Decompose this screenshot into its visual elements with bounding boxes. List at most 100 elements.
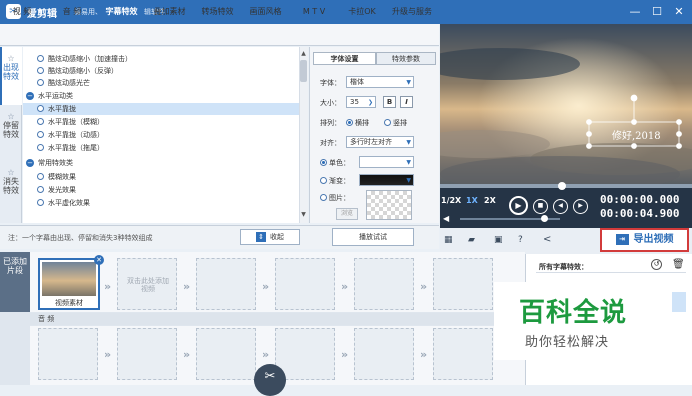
collapse-icon: ⇕	[256, 232, 266, 242]
list-item[interactable]: 模糊效果	[23, 171, 299, 183]
transition-arrow-icon[interactable]: »	[183, 348, 190, 361]
list-item-selected[interactable]: 水平靠拢	[23, 103, 299, 115]
tab-style[interactable]: 画面风格	[243, 2, 288, 21]
scissors-icon[interactable]: ✂	[254, 364, 286, 396]
list-item[interactable]: 水平虚化效果	[23, 197, 299, 209]
list-item[interactable]: 酷炫动感缩小（加速撞击）	[23, 53, 299, 65]
tab-subtitle-effects[interactable]: 字幕特效	[99, 2, 144, 21]
undo-icon[interactable]: ↺	[651, 259, 662, 270]
italic-button[interactable]: I	[400, 96, 413, 108]
watermark-title: 百科全说	[519, 298, 628, 328]
empty-clip-slot[interactable]	[38, 328, 98, 380]
transition-arrow-icon[interactable]: »	[341, 348, 348, 361]
play-icon[interactable]: ▶	[509, 196, 528, 215]
image-radio[interactable]: 图片：	[320, 193, 350, 203]
empty-clip-slot[interactable]	[354, 328, 414, 380]
list-item[interactable]: 水平靠拢（模糊）	[23, 116, 299, 128]
font-select[interactable]: 楷体 ▼	[346, 76, 414, 88]
transition-arrow-icon[interactable]: »	[341, 280, 348, 293]
list-group-horizontal[interactable]: − 水平运动类	[23, 90, 299, 102]
tab-upgrade[interactable]: 升级与服务	[386, 2, 438, 21]
transition-arrow-icon[interactable]: »	[420, 280, 427, 293]
empty-clip-slot[interactable]	[275, 258, 335, 310]
empty-clip-slot[interactable]	[433, 258, 493, 310]
list-item[interactable]: 水平靠拢（动感）	[23, 129, 299, 141]
radio-icon	[37, 67, 44, 74]
empty-clip-slot[interactable]	[117, 328, 177, 380]
size-input[interactable]: 35 ❯	[346, 96, 376, 108]
list-item[interactable]: 酷炫动感缩小（反弹）	[23, 65, 299, 77]
speed-half[interactable]: 1/2X	[441, 196, 461, 205]
play-try-button[interactable]: 播放试试	[332, 228, 414, 246]
list-item[interactable]: 水平靠拢（拖尾）	[23, 142, 299, 154]
stop-icon[interactable]: ■	[533, 199, 548, 214]
next-frame-icon[interactable]: ▶	[573, 199, 588, 214]
progress-bar[interactable]	[440, 184, 692, 188]
tab-font-settings[interactable]: 字体设置	[313, 52, 376, 65]
clip-label: 视频素材	[55, 299, 83, 307]
sidebar-item-stay[interactable]: ☆ 停留特效	[2, 112, 20, 139]
tab-mtv[interactable]: M T V	[294, 2, 334, 21]
tab-effect-params[interactable]: 特效参数	[376, 52, 436, 65]
prev-frame-icon[interactable]: ◀	[553, 199, 568, 214]
help-icon[interactable]: ?	[518, 235, 523, 245]
collapse-icon: −	[26, 159, 34, 167]
remove-clip-icon[interactable]: ✕	[94, 255, 104, 265]
snapshot-icon[interactable]: ▦	[444, 235, 453, 245]
radio-icon	[37, 144, 44, 151]
volume-icon[interactable]: ◀	[443, 214, 449, 223]
empty-clip-slot[interactable]	[196, 258, 256, 310]
tab-video[interactable]: 视 频	[4, 2, 40, 21]
close-button[interactable]: ✕	[670, 3, 688, 21]
transition-arrow-icon[interactable]: »	[420, 348, 427, 361]
radio-icon	[320, 177, 327, 184]
browse-button[interactable]: 浏览	[336, 208, 358, 220]
align-select[interactable]: 多行时左对齐 ▼	[346, 136, 414, 148]
transition-arrow-icon[interactable]: »	[104, 348, 111, 361]
star-icon: ☆	[7, 112, 15, 121]
scroll-thumb[interactable]	[300, 60, 307, 82]
gradient-radio[interactable]: 渐变：	[320, 176, 350, 186]
tab-overlay[interactable]: 叠加素材	[147, 2, 192, 21]
speed-1x[interactable]: 1X	[466, 196, 478, 205]
transition-arrow-icon[interactable]: »	[262, 348, 269, 361]
minimize-button[interactable]: —	[626, 3, 644, 21]
sidebar-item-appear[interactable]: ☆ 出现特效	[2, 54, 20, 81]
volume-handle[interactable]	[541, 215, 548, 222]
transition-arrow-icon[interactable]: »	[262, 280, 269, 293]
mono-color-radio[interactable]: 单色：	[320, 158, 350, 168]
empty-clip-slot[interactable]	[354, 258, 414, 310]
tab-karaoke[interactable]: 卡拉OK	[340, 2, 384, 21]
collapse-button[interactable]: ⇕ 收起	[240, 229, 300, 245]
speed-2x[interactable]: 2X	[484, 196, 496, 205]
transition-arrow-icon[interactable]: »	[104, 280, 111, 293]
trash-icon[interactable]: 🗑	[672, 259, 685, 270]
video-clip[interactable]: 视频素材	[38, 258, 100, 310]
list-group-common[interactable]: − 常用特效类	[23, 157, 299, 169]
folder-icon[interactable]: ▰	[468, 235, 475, 245]
export-video-button[interactable]: ⇥ 导出视频	[600, 228, 689, 252]
list-item[interactable]: 发光效果	[23, 184, 299, 196]
tab-audio[interactable]: 音 频	[54, 2, 90, 21]
tab-transition[interactable]: 转场特效	[195, 2, 240, 21]
bold-button[interactable]: B	[383, 96, 396, 108]
progress-handle[interactable]	[558, 182, 566, 190]
maximize-button[interactable]: ☐	[648, 3, 666, 21]
empty-clip-slot[interactable]	[196, 328, 256, 380]
chevron-down-icon: ▼	[406, 139, 411, 146]
scroll-down-icon[interactable]: ▼	[299, 211, 308, 219]
video-preview[interactable]	[440, 24, 692, 194]
subtitle-caption[interactable]: 修好,2018	[612, 127, 661, 142]
share-icon[interactable]: <	[543, 234, 551, 245]
save-icon[interactable]: ▣	[494, 235, 503, 245]
transition-arrow-icon[interactable]: »	[183, 280, 190, 293]
layout-horizontal-radio[interactable]: 横排	[346, 118, 369, 128]
empty-clip-slot[interactable]	[433, 328, 493, 380]
layout-vertical-radio[interactable]: 竖排	[384, 118, 407, 128]
empty-clip-slot[interactable]: 双击此处添加视频	[117, 258, 177, 310]
sidebar-item-disappear[interactable]: ☆ 消失特效	[2, 168, 20, 195]
scroll-up-icon[interactable]: ▲	[299, 50, 308, 58]
list-item[interactable]: 酷炫动感光芒	[23, 77, 299, 89]
gradient-picker[interactable]: ▼	[359, 174, 414, 186]
mono-color-picker[interactable]: ▼	[359, 156, 414, 168]
